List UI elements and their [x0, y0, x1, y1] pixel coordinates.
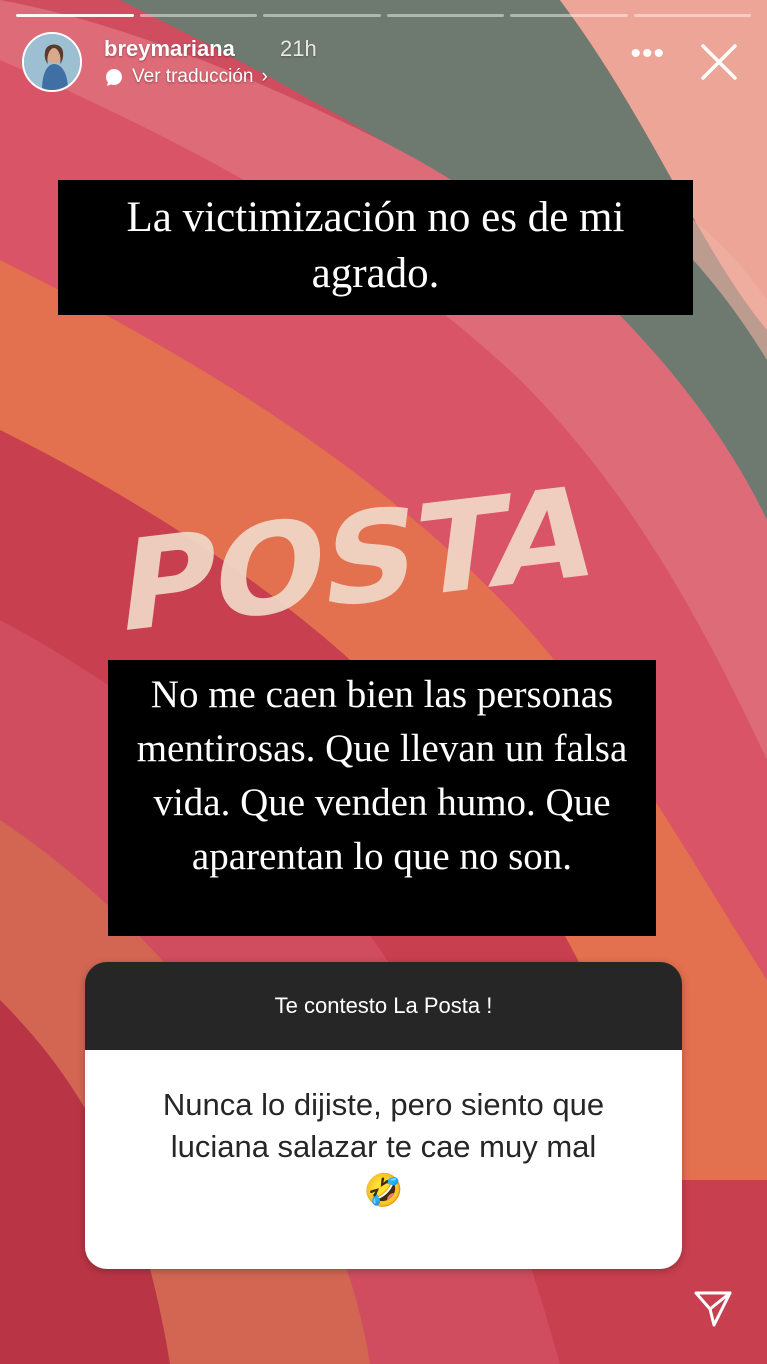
progress-segment — [510, 14, 628, 17]
progress-segment — [386, 14, 504, 17]
send-icon[interactable] — [690, 1285, 736, 1331]
progress-segment — [139, 14, 257, 17]
post-time: 21h — [280, 36, 317, 61]
more-options-icon[interactable]: ••• — [630, 39, 665, 69]
story-progress-bar — [16, 14, 751, 19]
question-sticker-body: Nunca lo dijiste, pero siento que lucian… — [85, 1050, 682, 1269]
avatar[interactable] — [22, 32, 82, 92]
progress-segment — [263, 14, 381, 17]
posta-text: POSTA — [111, 457, 603, 630]
story-header: breymariana 21h Ver traducción › ••• — [22, 32, 753, 96]
see-translation-label: Ver traducción — [132, 66, 254, 87]
progress-segment — [633, 14, 751, 17]
question-text: Nunca lo dijiste, pero siento que lucian… — [162, 1087, 605, 1164]
progress-segment — [16, 14, 134, 17]
question-sticker[interactable]: Te contesto La Posta ! Nunca lo dijiste,… — [85, 962, 682, 1269]
translate-bubble-icon — [106, 69, 122, 86]
see-translation-link[interactable]: Ver traducción › — [104, 66, 268, 88]
story-caption-top: La victimización no es de mi agrado. — [58, 180, 693, 315]
username[interactable]: breymariana — [104, 36, 235, 62]
posta-mural-text: POSTA — [90, 455, 650, 662]
laughing-emoji-icon: 🤣 — [363, 1172, 404, 1208]
question-sticker-header: Te contesto La Posta ! — [85, 962, 682, 1050]
story-caption-middle: No me caen bien las personas mentirosas.… — [108, 660, 656, 936]
chevron-right-icon: › — [261, 66, 268, 87]
close-icon[interactable] — [699, 42, 739, 82]
